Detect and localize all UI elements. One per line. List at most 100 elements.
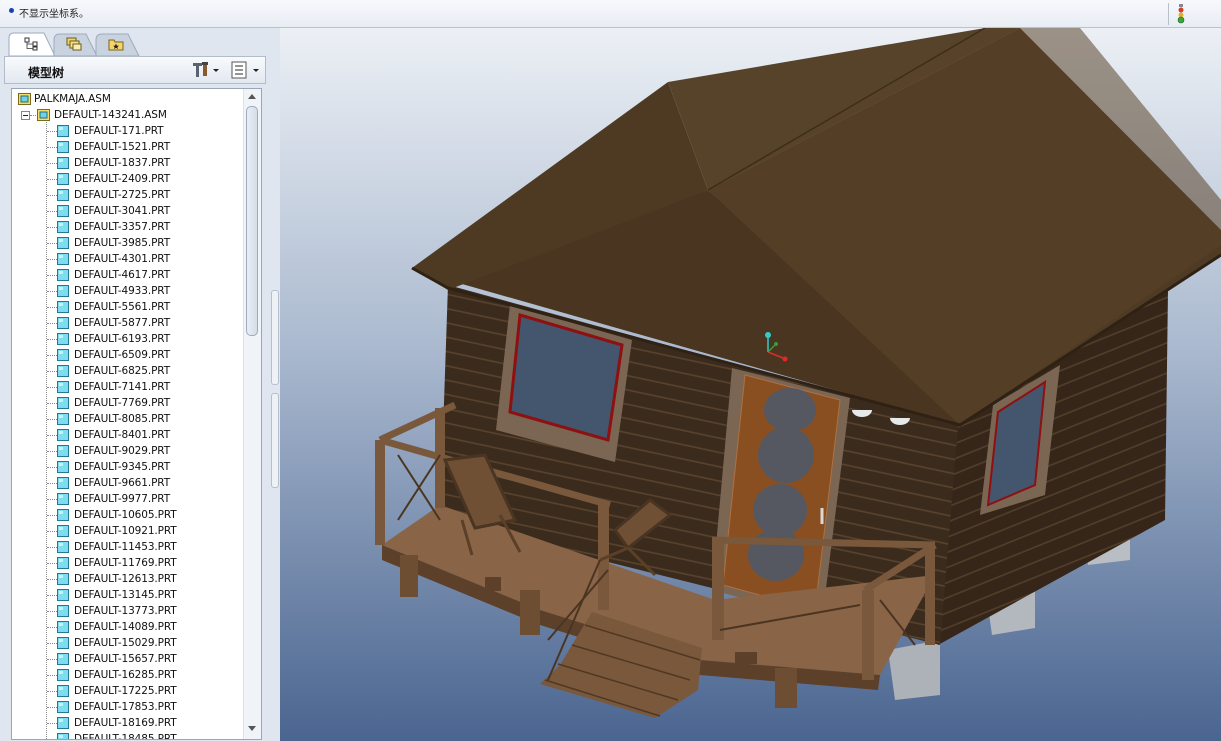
model-tree-tab[interactable] [8,32,56,56]
tree-part-label: DEFAULT-3041.PRT [74,205,171,217]
tree-part-item[interactable]: DEFAULT-5877.PRT [12,315,244,331]
tree-part-item[interactable]: DEFAULT-3357.PRT [12,219,244,235]
scroll-up-arrow-icon[interactable] [248,94,256,99]
tree-part-label: DEFAULT-2725.PRT [74,189,171,201]
tree-part-item[interactable]: DEFAULT-9977.PRT [12,491,244,507]
tree-subassembly-item[interactable]: DEFAULT-143241.ASM [12,107,244,123]
tree-settings-button[interactable] [189,60,223,80]
tree-show-button[interactable] [229,60,263,80]
tree-connector [30,115,36,116]
tree-connector [47,579,57,580]
model-tree[interactable]: PALKMAJA.ASM DEFAULT-143241.ASM DEFAULT-… [11,88,262,740]
tree-part-item[interactable]: DEFAULT-11453.PRT [12,539,244,555]
tree-part-item[interactable]: DEFAULT-2409.PRT [12,171,244,187]
tree-part-label: DEFAULT-171.PRT [74,125,164,137]
tree-part-item[interactable]: DEFAULT-11769.PRT [12,555,244,571]
tree-part-item[interactable]: DEFAULT-4933.PRT [12,283,244,299]
tree-part-label: DEFAULT-4617.PRT [74,269,171,281]
tree-part-item[interactable]: DEFAULT-16285.PRT [12,667,244,683]
tree-part-item[interactable]: DEFAULT-18485.PRT [12,731,244,740]
tree-connector [47,707,57,708]
tree-part-item[interactable]: DEFAULT-13145.PRT [12,587,244,603]
tree-part-item[interactable]: DEFAULT-10921.PRT [12,523,244,539]
tree-part-item[interactable]: DEFAULT-4301.PRT [12,251,244,267]
door-porthole [748,529,804,581]
tree-part-item[interactable]: DEFAULT-1837.PRT [12,155,244,171]
part-icon [57,253,69,265]
tree-part-item[interactable]: DEFAULT-17225.PRT [12,683,244,699]
tree-connector [47,451,57,452]
tree-part-item[interactable]: DEFAULT-9661.PRT [12,475,244,491]
tree-scrollbar[interactable] [243,89,261,739]
tree-part-item[interactable]: DEFAULT-6509.PRT [12,347,244,363]
tree-connector [47,275,57,276]
part-icon [57,237,69,249]
tree-part-item[interactable]: DEFAULT-14089.PRT [12,619,244,635]
tree-part-item[interactable]: DEFAULT-17853.PRT [12,699,244,715]
panel-splitter[interactable] [270,28,280,741]
message-bullet-icon [9,8,14,13]
tree-part-item[interactable]: DEFAULT-3985.PRT [12,235,244,251]
tree-part-item[interactable]: DEFAULT-2725.PRT [12,187,244,203]
tree-connector [47,515,57,516]
tree-part-item[interactable]: DEFAULT-9029.PRT [12,443,244,459]
tree-connector [47,691,57,692]
tree-part-item[interactable]: DEFAULT-8085.PRT [12,411,244,427]
tree-part-item[interactable]: DEFAULT-7769.PRT [12,395,244,411]
part-icon [57,365,69,377]
collapse-icon[interactable] [21,111,30,120]
part-icon [57,637,69,649]
tree-part-label: DEFAULT-9345.PRT [74,461,171,473]
part-icon [57,205,69,217]
layers-tab[interactable] [50,32,98,56]
splitter-grip-lower[interactable] [271,393,279,488]
part-icon [57,157,69,169]
tree-connector [47,131,57,132]
tree-part-item[interactable]: DEFAULT-171.PRT [12,123,244,139]
tree-connector [47,163,57,164]
tree-part-item[interactable]: DEFAULT-15029.PRT [12,635,244,651]
tree-part-label: DEFAULT-18485.PRT [74,733,177,740]
assembly-icon [37,109,50,121]
tree-part-item[interactable]: DEFAULT-15657.PRT [12,651,244,667]
part-icon [57,221,69,233]
tree-part-item[interactable]: DEFAULT-5561.PRT [12,299,244,315]
tree-connector [47,675,57,676]
part-icon [57,541,69,553]
splitter-grip-upper[interactable] [271,290,279,385]
part-icon [57,733,69,739]
tree-connector [47,179,57,180]
favorites-tab[interactable] [92,32,140,56]
scroll-down-arrow-icon[interactable] [248,726,256,731]
message-bar-separator [1168,3,1169,25]
tree-connector [47,483,57,484]
tree-part-item[interactable]: DEFAULT-1521.PRT [12,139,244,155]
tree-part-item[interactable]: DEFAULT-9345.PRT [12,459,244,475]
tree-part-label: DEFAULT-17225.PRT [74,685,177,697]
tree-root-item[interactable]: PALKMAJA.ASM [12,91,244,107]
tree-part-item[interactable]: DEFAULT-12613.PRT [12,571,244,587]
tree-connector [47,595,57,596]
part-icon [57,125,69,137]
tree-part-item[interactable]: DEFAULT-3041.PRT [12,203,244,219]
tree-scroll-thumb[interactable] [246,106,258,336]
tree-part-item[interactable]: DEFAULT-18169.PRT [12,715,244,731]
tree-part-label: DEFAULT-10921.PRT [74,525,177,537]
model-tree-icon [24,37,38,51]
tree-part-item[interactable]: DEFAULT-6193.PRT [12,331,244,347]
part-icon [57,653,69,665]
tree-part-item[interactable]: DEFAULT-7141.PRT [12,379,244,395]
model-tree-list: PALKMAJA.ASM DEFAULT-143241.ASM DEFAULT-… [12,89,244,740]
tree-part-item[interactable]: DEFAULT-6825.PRT [12,363,244,379]
tree-part-item[interactable]: DEFAULT-10605.PRT [12,507,244,523]
tree-part-label: DEFAULT-13773.PRT [74,605,177,617]
tree-part-item[interactable]: DEFAULT-13773.PRT [12,603,244,619]
tree-part-label: DEFAULT-8401.PRT [74,429,171,441]
part-icon [57,573,69,585]
part-icon [57,285,69,297]
traffic-light-icon[interactable] [1176,4,1186,24]
tree-part-item[interactable]: DEFAULT-8401.PRT [12,427,244,443]
tree-part-item[interactable]: DEFAULT-4617.PRT [12,267,244,283]
tree-part-label: DEFAULT-1837.PRT [74,157,171,169]
graphics-viewport[interactable] [280,28,1221,741]
